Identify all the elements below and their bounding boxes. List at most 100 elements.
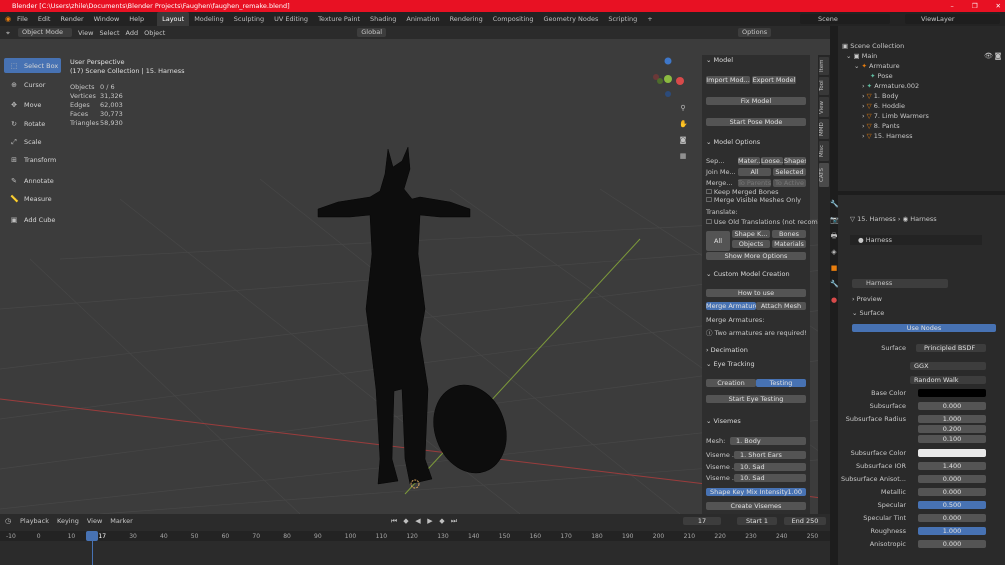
use-nodes-button[interactable]: Use Nodes bbox=[852, 324, 996, 332]
shape-key-intensity-slider[interactable]: Shape Key Mix Intensity 1.00 bbox=[706, 488, 806, 496]
outliner-item-body[interactable]: › ▽ 1. Body bbox=[862, 91, 898, 101]
workspace-tab-sculpting[interactable]: Sculpting bbox=[229, 12, 269, 26]
blender-logo-icon[interactable]: ◉ bbox=[4, 15, 12, 23]
specular-tint-field[interactable]: 0.000 bbox=[918, 514, 986, 522]
workspace-tab-scripting[interactable]: Scripting bbox=[603, 12, 642, 26]
tool-scale[interactable]: ⤢ Scale bbox=[4, 134, 61, 149]
merge-to-parents-button[interactable]: To Parents bbox=[738, 179, 771, 187]
object-props-icon[interactable]: ■ bbox=[830, 264, 838, 272]
add-menu[interactable]: Add bbox=[126, 29, 139, 37]
tool-transform[interactable]: ⊞ Transform bbox=[4, 152, 61, 167]
separate-shapes-button[interactable]: Shapes bbox=[784, 157, 806, 165]
workspace-tab-texture-paint[interactable]: Texture Paint bbox=[313, 12, 365, 26]
outliner-item-armature[interactable]: ⌄ ✦ Armature bbox=[854, 61, 900, 71]
scene-props-icon[interactable]: ◈ bbox=[830, 248, 838, 256]
menu-file[interactable]: File bbox=[12, 12, 33, 26]
tool-select-box[interactable]: ⬚ Select Box bbox=[4, 58, 61, 73]
outliner-item-pose[interactable]: ✦ Pose bbox=[870, 71, 893, 81]
import-model-button[interactable]: Import Mod... bbox=[706, 76, 750, 84]
workspace-tab-rendering[interactable]: Rendering bbox=[445, 12, 488, 26]
fix-model-button[interactable]: Fix Model bbox=[706, 97, 806, 105]
render-camera-icon[interactable]: ◙ bbox=[994, 52, 1002, 60]
tab-item[interactable]: Item bbox=[819, 57, 829, 75]
tab-cats[interactable]: CATS bbox=[819, 163, 829, 187]
workspace-tab-animation[interactable]: Animation bbox=[401, 12, 444, 26]
jump-end-icon[interactable]: ⏭ bbox=[450, 517, 458, 525]
merge-to-active-button[interactable]: To Active bbox=[773, 179, 806, 187]
object-menu[interactable]: Object bbox=[144, 29, 165, 37]
end-frame-field[interactable]: End 250 bbox=[784, 517, 826, 525]
workspace-tab-layout[interactable]: Layout bbox=[157, 12, 190, 26]
scene-selector[interactable]: Scene bbox=[800, 14, 890, 24]
join-selected-button[interactable]: Selected bbox=[773, 168, 806, 176]
editor-type-icon[interactable]: ⌖ bbox=[4, 29, 12, 37]
use-old-translations-checkbox[interactable]: ☐ Use Old Translations (not recom... bbox=[706, 218, 824, 226]
subsurface-method-dropdown[interactable]: Random Walk bbox=[910, 376, 986, 384]
start-pose-mode-button[interactable]: Start Pose Mode bbox=[706, 118, 806, 126]
select-menu[interactable]: Select bbox=[99, 29, 119, 37]
jump-start-icon[interactable]: ⏮ bbox=[390, 517, 398, 525]
visibility-eye-icon[interactable]: 👁 bbox=[984, 52, 993, 60]
eye-creation-tab[interactable]: Creation bbox=[706, 379, 756, 387]
translate-bones-button[interactable]: Bones bbox=[772, 230, 806, 238]
options-dropdown[interactable]: Options bbox=[738, 28, 772, 37]
playhead[interactable] bbox=[86, 531, 98, 541]
translate-materials-button[interactable]: Materials bbox=[772, 240, 806, 248]
tool-cursor[interactable]: ⊕ Cursor bbox=[4, 77, 61, 92]
play-reverse-icon[interactable]: ◀ bbox=[414, 517, 422, 525]
tool-annotate[interactable]: ✎ Annotate bbox=[4, 173, 61, 188]
section-visemes[interactable]: ⌄ Visemes bbox=[702, 416, 810, 427]
create-visemes-button[interactable]: Create Visemes bbox=[706, 502, 806, 510]
zoom-icon[interactable]: ⚲ bbox=[679, 104, 687, 112]
pan-hand-icon[interactable]: ✋ bbox=[679, 120, 688, 128]
mode-dropdown[interactable]: Object Mode bbox=[18, 28, 72, 37]
tab-misc[interactable]: Misc bbox=[819, 141, 829, 161]
play-icon[interactable]: ▶ bbox=[426, 517, 434, 525]
menu-edit[interactable]: Edit bbox=[33, 12, 56, 26]
merge-visible-checkbox[interactable]: ☐ Merge Visible Meshes Only bbox=[706, 196, 801, 204]
current-frame-field[interactable]: 17 bbox=[683, 517, 721, 525]
marker-menu[interactable]: Marker bbox=[110, 517, 132, 525]
mesh-dropdown[interactable]: 1. Body bbox=[730, 437, 806, 445]
start-eye-testing-button[interactable]: Start Eye Testing bbox=[706, 395, 806, 403]
render-props-icon[interactable]: 📷 bbox=[830, 216, 839, 224]
timeline-editor-icon[interactable]: ◷ bbox=[4, 517, 12, 525]
close-button[interactable]: ✕ bbox=[996, 0, 1001, 12]
eye-testing-tab[interactable]: Testing bbox=[756, 379, 806, 387]
workspace-tab-shading[interactable]: Shading bbox=[365, 12, 401, 26]
section-model-options[interactable]: ⌄ Model Options bbox=[702, 137, 810, 148]
prev-key-icon[interactable]: ◆ bbox=[402, 517, 410, 525]
subsurface-radius-z[interactable]: 0.100 bbox=[918, 435, 986, 443]
timeline-view-menu[interactable]: View bbox=[87, 517, 102, 525]
separate-loose-button[interactable]: Loose... bbox=[761, 157, 783, 165]
subsurface-field[interactable]: 0.000 bbox=[918, 402, 986, 410]
outliner-item-hoddie[interactable]: › ▽ 6. Hoddie bbox=[862, 101, 905, 111]
menu-help[interactable]: Help bbox=[124, 12, 149, 26]
join-all-button[interactable]: All bbox=[738, 168, 771, 176]
section-eye-tracking[interactable]: ⌄ Eye Tracking bbox=[702, 359, 810, 370]
modifier-props-icon[interactable]: 🔧 bbox=[830, 280, 839, 288]
distribution-dropdown[interactable]: GGX bbox=[910, 362, 986, 370]
navigation-gizmo[interactable] bbox=[653, 57, 684, 98]
menu-window[interactable]: Window bbox=[89, 12, 125, 26]
next-key-icon[interactable]: ◆ bbox=[438, 517, 446, 525]
tab-view[interactable]: View bbox=[819, 97, 829, 117]
tool-move[interactable]: ✥ Move bbox=[4, 97, 61, 112]
outliner-item-armature002[interactable]: › ✦ Armature.002 bbox=[862, 81, 919, 91]
viseme-o-dropdown[interactable]: 10. Sad bbox=[734, 463, 806, 471]
surface-shader-dropdown[interactable]: Principled BSDF bbox=[916, 344, 986, 352]
tool-props-icon[interactable]: 🔧 bbox=[830, 200, 839, 208]
tab-mmd[interactable]: MMD bbox=[819, 119, 829, 139]
minimize-button[interactable]: – bbox=[950, 0, 953, 12]
output-props-icon[interactable]: 🖶 bbox=[830, 232, 838, 240]
outliner-root[interactable]: ▣ Scene Collection bbox=[842, 41, 904, 51]
separate-materials-button[interactable]: Mater... bbox=[738, 157, 760, 165]
section-preview[interactable]: › Preview bbox=[852, 295, 882, 303]
outliner-item-main[interactable]: ⌄ ▣ Main bbox=[846, 51, 877, 61]
tool-rotate[interactable]: ↻ Rotate bbox=[4, 116, 61, 131]
viseme-a-dropdown[interactable]: 1. Short Ears bbox=[734, 451, 806, 459]
how-to-use-button[interactable]: How to use bbox=[706, 289, 806, 297]
workspace-tab-geometry-nodes[interactable]: Geometry Nodes bbox=[539, 12, 604, 26]
merge-armatures-tab[interactable]: Merge Armatures bbox=[706, 302, 756, 310]
workspace-tab-compositing[interactable]: Compositing bbox=[488, 12, 539, 26]
